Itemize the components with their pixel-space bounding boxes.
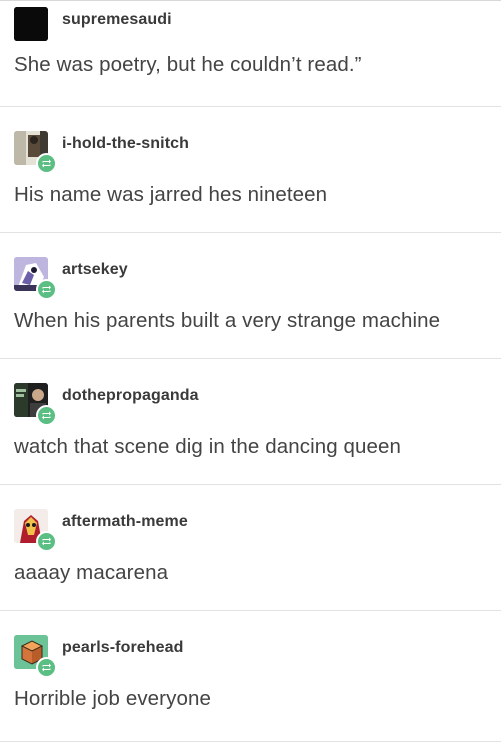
reblog-icon (42, 285, 51, 294)
post-text: When his parents built a very strange ma… (14, 309, 441, 332)
reblog-icon (42, 537, 51, 546)
reblog-badge (36, 531, 57, 552)
reblog-icon (42, 411, 51, 420)
reblog-badge (36, 153, 57, 174)
username-link[interactable]: supremesaudi (62, 11, 172, 29)
post-item: artsekey When his parents built a very s… (0, 232, 501, 358)
reblog-badge (36, 405, 57, 426)
post-item: aftermath-meme aaaay macarena (0, 484, 501, 610)
username-link[interactable]: aftermath-meme (62, 513, 188, 531)
divider (0, 741, 501, 742)
reblog-icon (42, 159, 51, 168)
post-item: i-hold-the-snitch His name was jarred he… (0, 106, 501, 232)
post-text: She was poetry, but he couldn’t read.” (14, 53, 362, 76)
avatar[interactable] (14, 7, 48, 41)
post-header: supremesaudi (14, 7, 484, 47)
post-header: aftermath-meme (14, 509, 484, 552)
post-header: i-hold-the-snitch (14, 131, 484, 174)
black-square-avatar-icon (14, 7, 48, 41)
post-header: dothepropaganda (14, 383, 484, 426)
post-header: artsekey (14, 257, 484, 300)
reblog-badge (36, 279, 57, 300)
post-text: watch that scene dig in the dancing quee… (14, 435, 402, 458)
post-text: Horrible job everyone (14, 687, 211, 710)
post-item: pearls-forehead Horrible job everyone (0, 610, 501, 736)
username-link[interactable]: artsekey (62, 261, 128, 279)
post-text: His name was jarred hes nineteen (14, 183, 328, 206)
reblog-badge (36, 657, 57, 678)
username-link[interactable]: dothepropaganda (62, 387, 199, 405)
username-link[interactable]: pearls-forehead (62, 639, 184, 657)
username-link[interactable]: i-hold-the-snitch (62, 135, 189, 153)
reblog-thread: supremesaudi She was poetry, but he coul… (0, 0, 501, 750)
reblog-icon (42, 663, 51, 672)
post-text: aaaay macarena (14, 561, 169, 584)
post-header: pearls-forehead (14, 635, 484, 678)
post-item: dothepropaganda watch that scene dig in … (0, 358, 501, 484)
